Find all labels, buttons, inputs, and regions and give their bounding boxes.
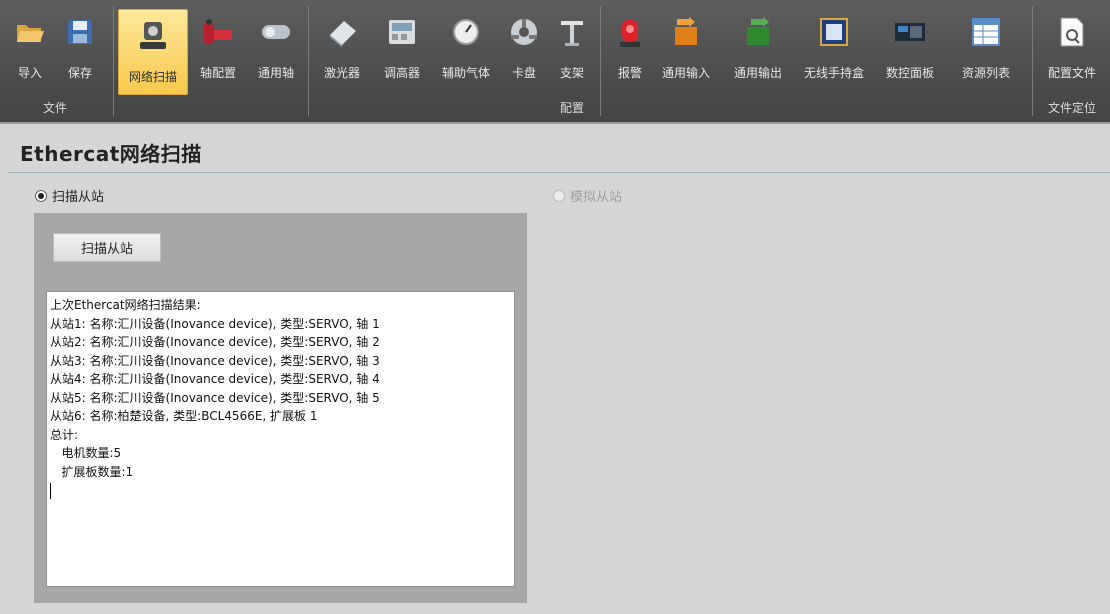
cnc-panel-label: 数控面板: [885, 66, 934, 80]
general-input-label: 通用输入: [661, 66, 710, 80]
aux-gas-label: 辅助气体: [441, 66, 490, 80]
ribbon-toolbar: 导入 保存 文件 网络扫描 轴配置 通用轴 激光器 调高器 辅助气体 卡盘 支架…: [0, 0, 1110, 124]
radio-simulate-slaves-label: 模拟从站: [570, 190, 623, 205]
alarm-light-icon: [612, 14, 648, 50]
scan-result-textbox[interactable]: 上次Ethercat网络扫描结果: 从站1: 名称:汇川设备(Inovance d…: [46, 291, 515, 587]
table-list-icon: [968, 14, 1004, 50]
scan-slaves-button[interactable]: 扫描从站: [53, 233, 161, 262]
wireless-handbox-button[interactable]: 无线手持盒: [798, 6, 870, 92]
chuck-label: 卡盘: [511, 66, 536, 80]
result-line: 上次Ethercat网络扫描结果:: [50, 298, 201, 312]
page-title: Ethercat网络扫描: [20, 142, 202, 166]
ribbon-separator: [1032, 6, 1033, 116]
general-axis-icon: [258, 14, 294, 50]
general-input-button[interactable]: 通用输入: [656, 6, 716, 92]
net-scan-label: 网络扫描: [128, 70, 177, 84]
config-file-label: 配置文件: [1047, 66, 1096, 80]
text-caret: [50, 483, 51, 499]
result-lines: 上次Ethercat网络扫描结果: 从站1: 名称:汇川设备(Inovance d…: [50, 296, 511, 481]
folder-open-icon: [12, 14, 48, 50]
general-output-label: 通用输出: [733, 66, 782, 80]
result-line: 从站3: 名称:汇川设备(Inovance device), 类型:SERVO,…: [50, 353, 380, 368]
radio-unselected-icon: [553, 189, 565, 202]
resource-list-button[interactable]: 资源列表: [954, 6, 1018, 92]
result-line: 从站4: 名称:汇川设备(Inovance device), 类型:SERVO,…: [50, 372, 380, 386]
bracket-support-icon: [554, 14, 590, 50]
radio-scan-slaves[interactable]: 扫描从站: [35, 186, 104, 205]
wireless-handbox-label: 无线手持盒: [803, 66, 864, 80]
alarm-button[interactable]: 报警: [610, 6, 650, 92]
result-line: 电机数量:5: [50, 446, 122, 460]
config-file-search-icon: [1054, 14, 1090, 50]
laser-icon: [324, 14, 360, 50]
radio-selected-icon: [35, 189, 47, 202]
group-file-label: 文件: [42, 101, 67, 115]
radio-simulate-slaves[interactable]: 模拟从站: [553, 186, 622, 205]
result-line: 总计:: [50, 427, 79, 442]
title-divider: [8, 172, 1110, 173]
save-button[interactable]: 保存: [60, 6, 100, 92]
alarm-label: 报警: [617, 66, 642, 80]
bracket-label: 支架: [559, 66, 584, 80]
save-label: 保存: [67, 66, 92, 80]
chuck-icon: [506, 14, 542, 50]
group-file: 导入 保存 文件: [0, 0, 110, 122]
general-output-button[interactable]: 通用输出: [728, 6, 788, 92]
resource-list-label: 资源列表: [961, 66, 1010, 80]
height-adjuster-label: 调高器: [383, 66, 420, 80]
import-label: 导入: [17, 66, 42, 80]
laser-button[interactable]: 激光器: [318, 6, 366, 92]
net-scan-button[interactable]: 网络扫描: [118, 9, 188, 95]
axis-motor-icon: [200, 14, 236, 50]
import-button[interactable]: 导入: [10, 6, 50, 92]
result-line: 从站6: 名称:柏楚设备, 类型:BCL4566E, 扩展板 1: [50, 409, 318, 423]
height-adjuster-icon: [384, 14, 420, 50]
network-scan-icon: [135, 18, 171, 54]
result-line: 从站1: 名称:汇川设备(Inovance device), 类型:SERVO,…: [50, 316, 380, 331]
group-config-label: 配置: [559, 101, 584, 115]
scan-panel: 扫描从站 上次Ethercat网络扫描结果: 从站1: 名称:汇川设备(Inova…: [34, 213, 527, 603]
cnc-panel-icon: [892, 14, 928, 50]
config-file-button[interactable]: 配置文件: [1040, 6, 1104, 92]
axis-config-button[interactable]: 轴配置: [194, 6, 242, 92]
handbox-keypad-icon: [816, 14, 852, 50]
laser-label: 激光器: [323, 66, 360, 80]
group-config: 网络扫描 轴配置 通用轴 激光器 调高器 辅助气体 卡盘 支架 报警 通用输入 …: [114, 0, 1030, 122]
save-disk-icon: [62, 14, 98, 50]
result-line: 从站2: 名称:汇川设备(Inovance device), 类型:SERVO,…: [50, 335, 380, 349]
axis-config-label: 轴配置: [199, 66, 236, 80]
output-terminal-icon: [740, 14, 776, 50]
aux-gas-button[interactable]: 辅助气体: [436, 6, 496, 92]
group-file-locate: 配置文件 文件定位: [1034, 0, 1110, 122]
pressure-gauge-icon: [448, 14, 484, 50]
general-axis-label: 通用轴: [257, 66, 294, 80]
bracket-button[interactable]: 支架: [552, 6, 592, 92]
group-file-locate-label: 文件定位: [1047, 101, 1096, 115]
height-adjuster-button[interactable]: 调高器: [378, 6, 426, 92]
chuck-button[interactable]: 卡盘: [504, 6, 544, 92]
cnc-panel-button[interactable]: 数控面板: [880, 6, 940, 92]
result-line: 扩展板数量:1: [50, 464, 134, 479]
general-axis-button[interactable]: 通用轴: [252, 6, 300, 92]
input-terminal-icon: [668, 14, 704, 50]
radio-scan-slaves-label: 扫描从站: [52, 190, 105, 205]
result-line: 从站5: 名称:汇川设备(Inovance device), 类型:SERVO,…: [50, 390, 380, 405]
